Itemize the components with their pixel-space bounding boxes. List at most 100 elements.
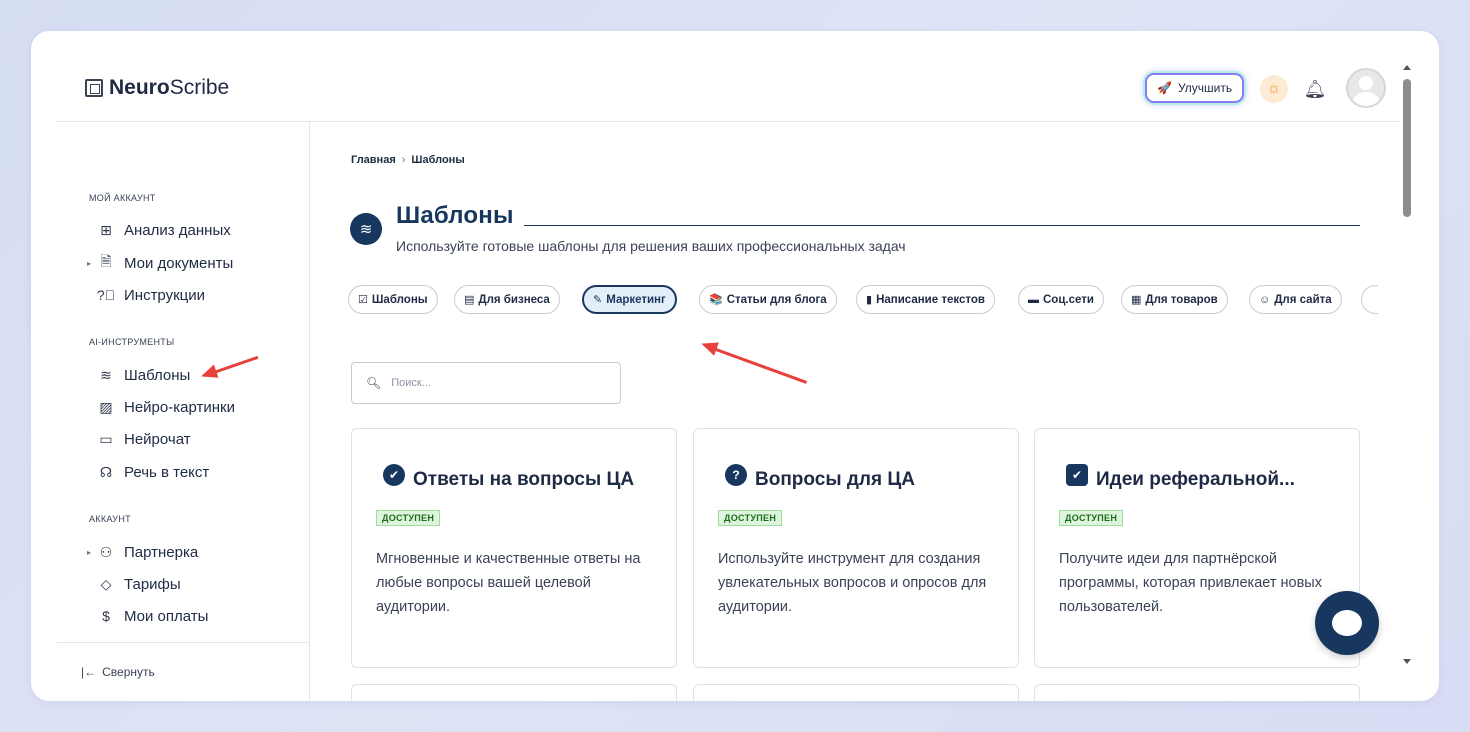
- breadcrumb-current: Шаблоны: [411, 154, 465, 166]
- chip-label: Шаблоны: [371, 293, 428, 306]
- template-card[interactable]: ? Вопросы для ЦА ДОСТУПЕН Используйте ин…: [693, 428, 1019, 668]
- user-avatar[interactable]: [1346, 68, 1386, 108]
- sidebar-item-label: Речь в текст: [124, 463, 210, 481]
- chevron-right-icon: ›: [401, 154, 406, 166]
- tag-icon: ◇: [100, 575, 112, 592]
- dollar-icon: $: [102, 608, 110, 624]
- sidebar-item-my-payments[interactable]: $ Мои оплаты: [87, 604, 208, 628]
- sidebar-item-label: Нейрочат: [124, 430, 191, 448]
- headphones-icon: ☊: [99, 463, 113, 480]
- card-title: Вопросы для ЦА: [755, 469, 915, 490]
- sidebar-item-my-documents[interactable]: ▸ 🗎 Мои документы: [87, 251, 233, 275]
- layers-icon: ≋: [350, 213, 382, 245]
- page-title: Шаблоны: [396, 202, 514, 229]
- collapse-sidebar-button[interactable]: |← Свернуть: [81, 665, 155, 679]
- checkbox-icon: ✔: [1062, 464, 1088, 494]
- sidebar-item-instructions[interactable]: ?⃝ Инструкции: [87, 283, 205, 307]
- card-description: Мгновенные и качественные ответы на любы…: [376, 551, 641, 615]
- category-chip-partial[interactable]: [1361, 285, 1378, 314]
- sidebar-item-label: Партнерка: [124, 543, 199, 561]
- users-icon: ⚇: [99, 543, 113, 560]
- collapse-arrow-icon: |←: [81, 665, 97, 679]
- template-card[interactable]: ✔ Ответы на вопросы ЦА ДОСТУПЕН Мгновенн…: [351, 428, 677, 668]
- category-chip[interactable]: 📚 Статьи для блога: [699, 285, 837, 314]
- chat-widget-button[interactable]: [1315, 591, 1379, 655]
- divider: [57, 642, 310, 643]
- main-content: Главная › Шаблоны ≋ Шаблоны Используйте …: [311, 122, 1400, 701]
- chip-label: Соц.сети: [1043, 293, 1094, 306]
- card-title: Идеи реферальной...: [1096, 469, 1295, 490]
- scroll-up-arrow-icon[interactable]: [1403, 65, 1411, 70]
- chip-label: Для сайта: [1274, 293, 1332, 306]
- sidebar-item-label: Тарифы: [124, 575, 181, 593]
- template-card-partial[interactable]: [693, 684, 1019, 701]
- sidebar-item-label: Мои оплаты: [124, 607, 209, 625]
- chevron-right-icon[interactable]: ▸: [87, 259, 95, 268]
- app-window: NeuroScribe 🚀 Улучшить ☼ 🔔︎ МОЙ АККАУНТ …: [31, 31, 1439, 701]
- sidebar: МОЙ АККАУНТ ⊞ Анализ данных ▸ 🗎 Мои докум…: [57, 122, 310, 701]
- category-chip[interactable]: ☺ Для сайта: [1249, 285, 1342, 314]
- category-chip[interactable]: ☑ Шаблоны: [348, 285, 438, 314]
- top-bar: NeuroScribe 🚀 Улучшить ☼ 🔔︎: [57, 31, 1400, 122]
- chip-label: Для товаров: [1145, 293, 1218, 306]
- logo-rest: Scribe: [169, 76, 230, 99]
- card-title: Ответы на вопросы ЦА: [413, 469, 635, 490]
- category-chip[interactable]: ▤ Для бизнеса: [454, 285, 560, 314]
- sidebar-item-templates[interactable]: ≋ Шаблоны: [87, 363, 190, 387]
- annotation-arrow: [204, 355, 259, 377]
- sidebar-item-label: Инструкции: [124, 286, 206, 304]
- status-badge: ДОСТУПЕН: [1059, 510, 1124, 526]
- books-icon: 📚: [709, 294, 723, 306]
- sidebar-item-label: Шаблоны: [124, 366, 191, 384]
- memo-icon: ✎: [593, 294, 603, 306]
- upgrade-label: Улучшить: [1177, 81, 1233, 95]
- template-card[interactable]: ✔ Идеи реферальной... ДОСТУПЕН Получите …: [1034, 428, 1360, 668]
- template-card-partial[interactable]: [1034, 684, 1360, 701]
- sidebar-item-partners[interactable]: ▸ ⚇ Партнерка: [87, 540, 198, 564]
- logo[interactable]: NeuroScribe: [85, 76, 229, 100]
- sidebar-item-speech-to-text[interactable]: ☊ Речь в текст: [87, 460, 210, 484]
- card-description: Используйте инструмент для создания увле…: [718, 551, 987, 615]
- category-chip[interactable]: ▬ Соц.сети: [1018, 285, 1104, 314]
- scroll-down-arrow-icon[interactable]: [1403, 659, 1411, 664]
- scrollbar-thumb[interactable]: [1403, 79, 1411, 217]
- title-divider: [524, 225, 1360, 226]
- notifications-bell-icon[interactable]: 🔔︎: [1302, 76, 1328, 102]
- page-subtitle: Используйте готовые шаблоны для решения …: [396, 238, 906, 254]
- breadcrumb-home[interactable]: Главная: [351, 154, 396, 166]
- category-filter-bar: ☑ Шаблоны ▤ Для бизнеса ✎ Маркетинг 📚 Статьи…: [348, 285, 1378, 317]
- category-chip[interactable]: ▦ Для товаров: [1121, 285, 1228, 314]
- sidebar-item-data-analysis[interactable]: ⊞ Анализ данных: [87, 218, 231, 242]
- grid-icon: ⊞: [100, 221, 112, 238]
- sidebar-item-tariffs[interactable]: ◇ Тарифы: [87, 572, 181, 596]
- face-icon: ☺: [1259, 293, 1271, 306]
- checkbox-icon: ☑: [358, 294, 368, 306]
- search-input[interactable]: [391, 377, 612, 389]
- category-chip-active[interactable]: ✎ Маркетинг: [582, 285, 677, 314]
- collapse-label: Свернуть: [102, 665, 155, 679]
- theme-toggle-sun-icon[interactable]: ☼: [1260, 75, 1288, 103]
- status-badge: ДОСТУПЕН: [376, 510, 441, 526]
- image-icon: ▨: [99, 398, 113, 415]
- category-chip[interactable]: ▮ Написание текстов: [856, 285, 995, 314]
- breadcrumb: Главная › Шаблоны: [351, 154, 465, 166]
- status-badge: ДОСТУПЕН: [718, 510, 783, 526]
- chip-label: Маркетинг: [606, 293, 666, 306]
- annotation-arrow: [704, 344, 807, 384]
- search-icon: 🔍︎: [366, 376, 382, 390]
- sidebar-section-title: AI-ИНСТРУМЕНТЫ: [89, 337, 175, 347]
- sidebar-item-neuro-images[interactable]: ▨ Нейро-картинки: [87, 395, 235, 419]
- help-icon: ?⃝: [96, 287, 116, 303]
- search-box[interactable]: 🔍︎: [351, 362, 621, 404]
- notebook-icon: ▤: [464, 294, 475, 306]
- template-card-partial[interactable]: [351, 684, 677, 701]
- sidebar-item-neurochat[interactable]: ▭ Нейрочат: [87, 427, 191, 451]
- chip-label: Для бизнеса: [478, 293, 550, 306]
- upgrade-button[interactable]: 🚀 Улучшить: [1145, 73, 1245, 103]
- chip-label: Статьи для блога: [726, 293, 827, 306]
- question-circle-icon: ?: [721, 464, 747, 494]
- chevron-right-icon[interactable]: ▸: [87, 548, 95, 557]
- sidebar-section-title: АККАУНТ: [89, 514, 131, 524]
- sidebar-item-label: Анализ данных: [124, 221, 231, 239]
- logo-icon: [85, 79, 103, 97]
